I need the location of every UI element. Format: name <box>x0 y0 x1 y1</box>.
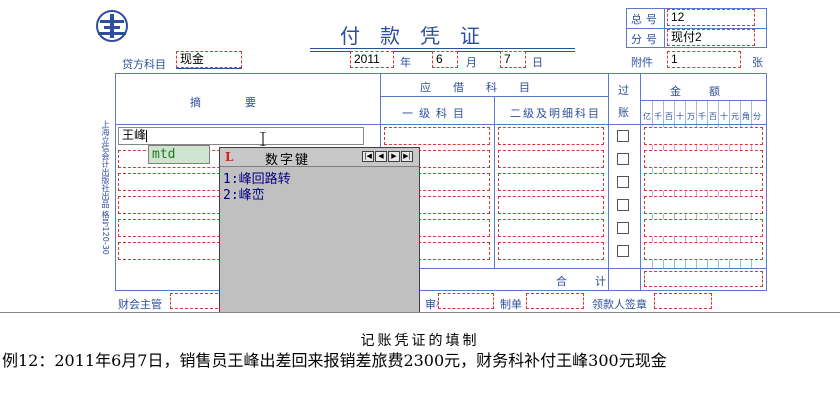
credit-account-underline <box>176 68 242 69</box>
level2-account-field[interactable] <box>498 219 604 237</box>
ime-title: 数字键 <box>265 153 311 168</box>
ibeam-cursor-icon <box>260 131 266 147</box>
payment-voucher-form: 付款凭证 总号 12 分号 现付2 贷方科目 现金 2011 年 6 月 7 日… <box>0 0 840 312</box>
post-checkbox[interactable] <box>617 199 629 211</box>
summary-input-row1[interactable]: 王峰 <box>118 127 364 145</box>
table-border-left <box>115 73 116 291</box>
voucher-title: 付款凭证 <box>340 24 500 48</box>
table-col-divider <box>640 73 641 291</box>
summary-input-text: 王峰 <box>122 128 147 142</box>
text-cursor <box>146 129 148 142</box>
level1-account-header: 一级科目 <box>402 107 470 120</box>
number-box-border <box>626 47 766 48</box>
attachment-label: 附件 <box>631 56 653 69</box>
year-label: 年 <box>400 56 411 69</box>
amount-header-line <box>640 100 766 101</box>
publisher-logo-icon <box>90 8 134 44</box>
table-border-right <box>766 73 767 291</box>
receiver-label: 领款人签章 <box>592 298 647 311</box>
amount-field[interactable] <box>644 242 763 260</box>
sub-number-field[interactable]: 现付2 <box>667 29 755 46</box>
maker-field[interactable] <box>526 293 584 309</box>
attachment-unit-label: 张 <box>752 56 763 69</box>
table-header-split <box>380 96 608 97</box>
ime-next-page-button[interactable]: ▶ <box>388 151 400 162</box>
sub-number-label: 分号 <box>631 33 661 46</box>
amount-digit-label: 百 <box>709 112 717 121</box>
day-field[interactable]: 7 <box>500 51 526 68</box>
ime-last-page-button[interactable]: ▶| <box>401 151 413 162</box>
number-box-border <box>766 8 767 48</box>
amount-digit-label: 万 <box>687 112 695 121</box>
amount-field[interactable] <box>644 150 763 168</box>
credit-account-field[interactable]: 现金 <box>176 51 242 68</box>
amount-digit-label: 元 <box>731 112 739 121</box>
level2-account-field[interactable] <box>498 127 604 145</box>
day-label: 日 <box>532 56 543 69</box>
ime-prev-page-button[interactable]: ◀ <box>375 151 387 162</box>
receiver-field[interactable] <box>654 293 712 309</box>
ime-logo-icon: L <box>225 150 234 164</box>
total-amount-field[interactable] <box>644 271 763 287</box>
summary-column-header: 摘 要 <box>190 96 256 109</box>
amount-digit-label: 亿 <box>643 112 651 121</box>
ime-composition-box: mtd <box>148 145 210 164</box>
amount-field[interactable] <box>644 196 763 214</box>
post-checkbox[interactable] <box>617 153 629 165</box>
post-checkbox[interactable] <box>617 130 629 142</box>
accountant-label: 财会主管 <box>118 298 162 311</box>
total-number-label: 总号 <box>631 13 661 26</box>
credit-account-label: 贷方科目 <box>122 58 166 71</box>
year-field[interactable]: 2011 <box>350 51 394 68</box>
post-checkbox[interactable] <box>617 176 629 188</box>
amount-digit-label: 角 <box>742 112 750 121</box>
amount-digit-label: 十 <box>720 112 728 121</box>
table-header-bottom <box>115 124 767 125</box>
table-border-bottom <box>115 290 767 291</box>
ime-first-page-button[interactable]: |◀ <box>362 151 374 162</box>
level1-account-field[interactable] <box>384 127 490 145</box>
ime-candidate-2[interactable]: 2:峰峦 <box>223 184 265 203</box>
month-field[interactable]: 6 <box>432 51 458 68</box>
level2-account-field[interactable] <box>498 150 604 168</box>
level2-account-field[interactable] <box>498 173 604 191</box>
caption-body: 例12：2011年6月7日，销售员王峰出差回来报销差旅费2300元，财务科补付王… <box>2 351 667 370</box>
table-col-divider <box>608 73 609 291</box>
ime-titlebar[interactable]: L 数字键 |◀ ◀ ▶ ▶| <box>220 148 419 168</box>
caption-title: 记账凭证的填制 <box>360 333 480 349</box>
amount-field[interactable] <box>644 127 763 145</box>
title-underline <box>310 48 575 49</box>
amount-digit-label: 十 <box>676 112 684 121</box>
amount-column-header: 金 额 <box>670 85 722 98</box>
number-box-border <box>664 8 665 48</box>
total-number-field[interactable]: 12 <box>667 9 755 26</box>
level2-account-header: 二级及明细科目 <box>510 107 601 120</box>
audit-field[interactable] <box>438 293 494 309</box>
table-total-line <box>380 268 767 269</box>
number-box-border <box>626 8 627 48</box>
level2-account-field[interactable] <box>498 196 604 214</box>
table-col-divider <box>494 96 495 268</box>
amount-field[interactable] <box>644 219 763 237</box>
post-column-header: 过 账 <box>618 84 629 119</box>
amount-digit-label: 百 <box>665 112 673 121</box>
publisher-side-note: 上海立信会计出版社出品 格号120-30 <box>101 120 110 255</box>
total-label: 合 计 <box>556 275 608 288</box>
maker-label: 制单 <box>500 298 522 311</box>
attachment-count-field[interactable]: 1 <box>667 51 741 68</box>
post-checkbox[interactable] <box>617 222 629 234</box>
amount-digit-label: 分 <box>753 112 761 121</box>
amount-digit-label: 千 <box>698 112 706 121</box>
debit-account-header: 应 借 科 目 <box>420 81 530 94</box>
amount-field[interactable] <box>644 173 763 191</box>
level2-account-field[interactable] <box>498 242 604 260</box>
ime-candidate-window[interactable]: L 数字键 |◀ ◀ ▶ ▶| 1:峰回路转 2:峰峦 <box>219 147 420 322</box>
post-checkbox[interactable] <box>617 245 629 257</box>
month-label: 月 <box>466 56 477 69</box>
amount-digit-label: 千 <box>654 112 662 121</box>
table-border-top <box>115 73 767 74</box>
